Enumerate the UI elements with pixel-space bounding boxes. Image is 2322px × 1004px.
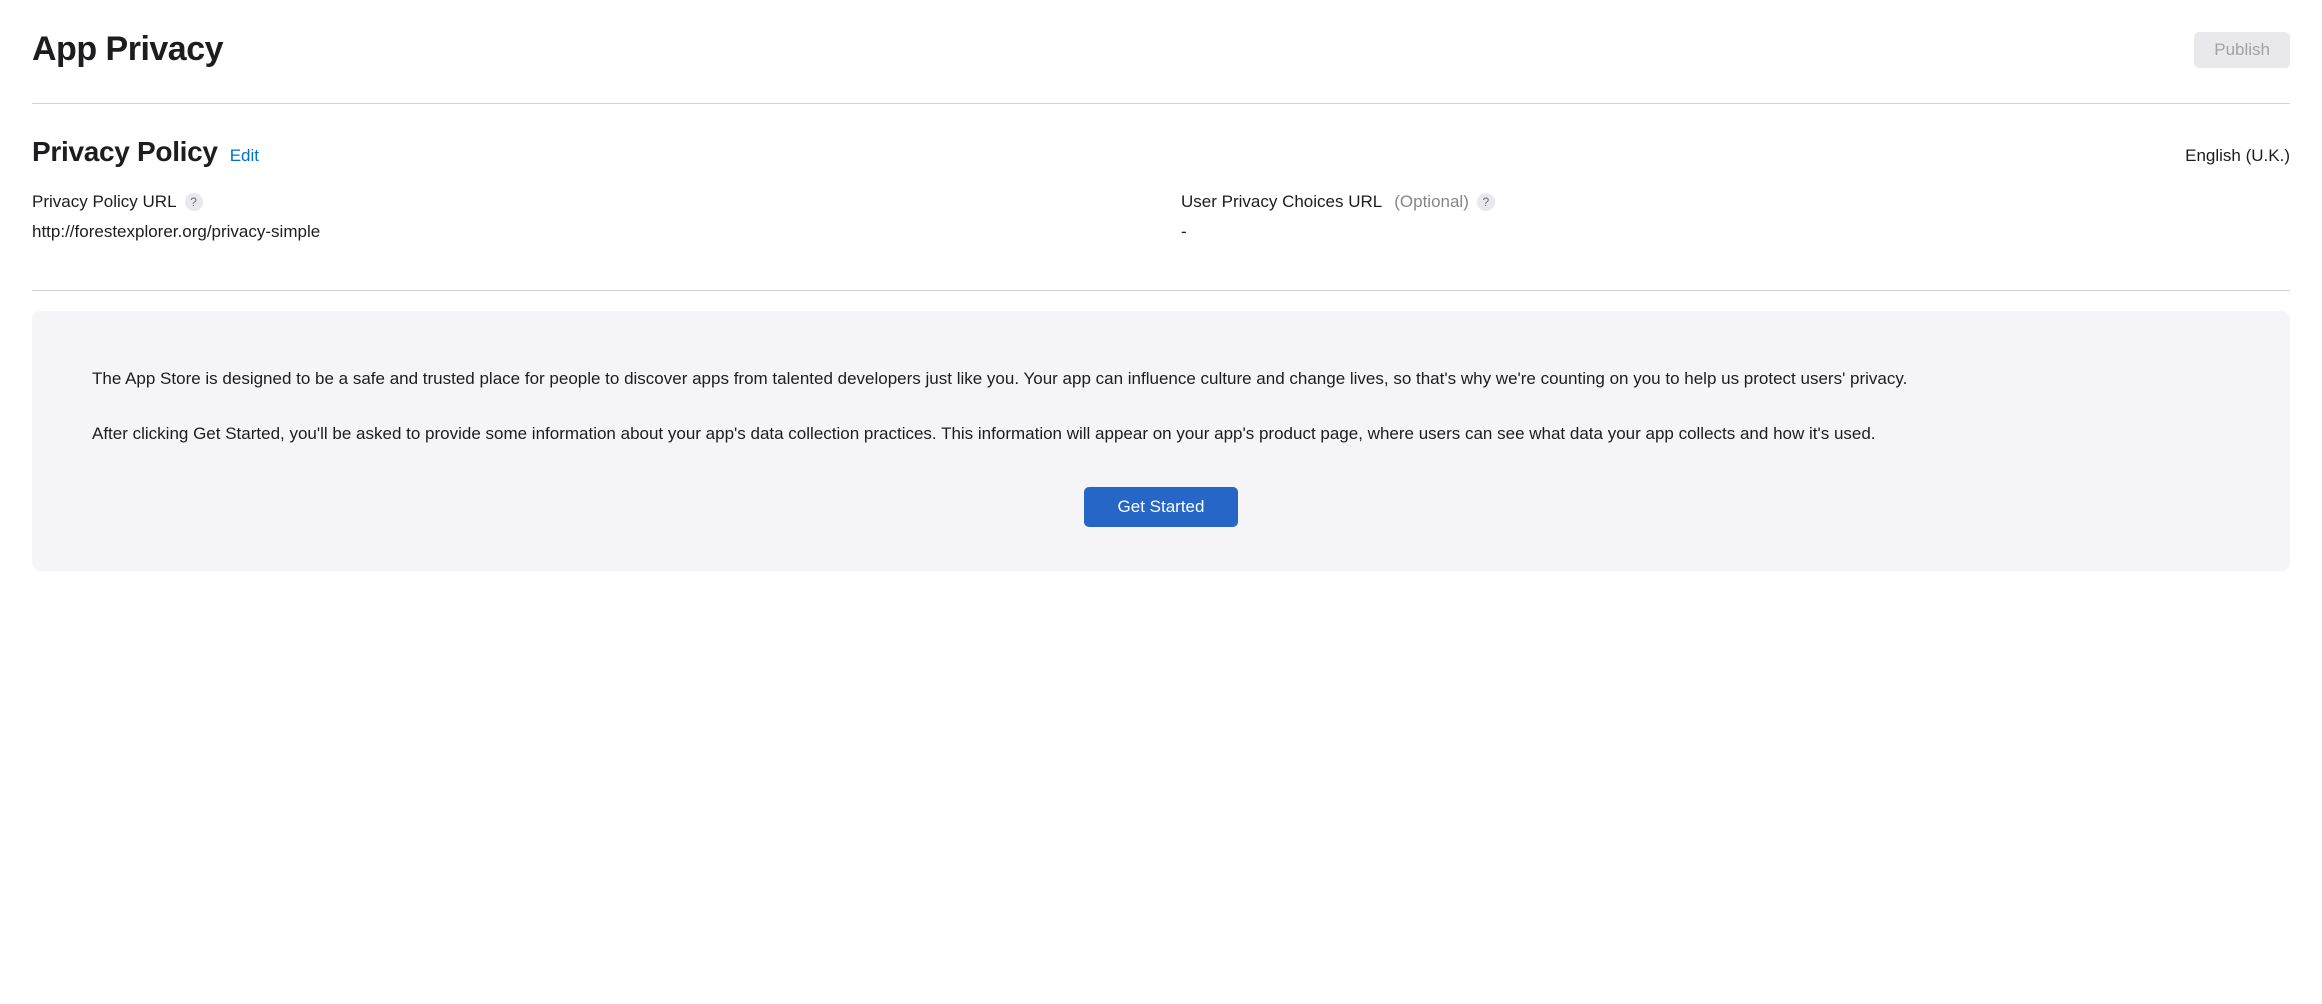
- user-privacy-choices-url-label: User Privacy Choices URL: [1181, 192, 1382, 212]
- publish-button[interactable]: Publish: [2194, 32, 2290, 68]
- privacy-policy-title: Privacy Policy: [32, 136, 218, 168]
- info-paragraph-1: The App Store is designed to be a safe a…: [92, 367, 2230, 392]
- privacy-policy-section-header: Privacy Policy Edit English (U.K.): [32, 136, 2290, 168]
- user-privacy-choices-url-value: -: [1181, 222, 2290, 242]
- divider: [32, 290, 2290, 291]
- section-title-group: Privacy Policy Edit: [32, 136, 259, 168]
- get-started-wrap: Get Started: [92, 487, 2230, 527]
- policy-fields-row: Privacy Policy URL ? http://forestexplor…: [32, 192, 2290, 242]
- get-started-info-box: The App Store is designed to be a safe a…: [32, 311, 2290, 571]
- page-header: App Privacy Publish: [32, 30, 2290, 69]
- user-privacy-choices-url-field: User Privacy Choices URL (Optional) ? -: [1181, 192, 2290, 242]
- help-icon[interactable]: ?: [185, 193, 203, 211]
- optional-label: (Optional): [1394, 192, 1469, 212]
- edit-link[interactable]: Edit: [230, 146, 259, 166]
- privacy-policy-url-label: Privacy Policy URL: [32, 192, 177, 212]
- privacy-policy-url-field: Privacy Policy URL ? http://forestexplor…: [32, 192, 1141, 242]
- field-label-row: Privacy Policy URL ?: [32, 192, 1141, 212]
- page-title: App Privacy: [32, 30, 223, 69]
- info-paragraph-2: After clicking Get Started, you'll be as…: [92, 422, 2230, 447]
- field-label-row: User Privacy Choices URL (Optional) ?: [1181, 192, 2290, 212]
- help-icon[interactable]: ?: [1477, 193, 1495, 211]
- privacy-policy-url-value: http://forestexplorer.org/privacy-simple: [32, 222, 1141, 242]
- divider: [32, 103, 2290, 104]
- get-started-button[interactable]: Get Started: [1084, 487, 1239, 527]
- locale-label: English (U.K.): [2185, 146, 2290, 166]
